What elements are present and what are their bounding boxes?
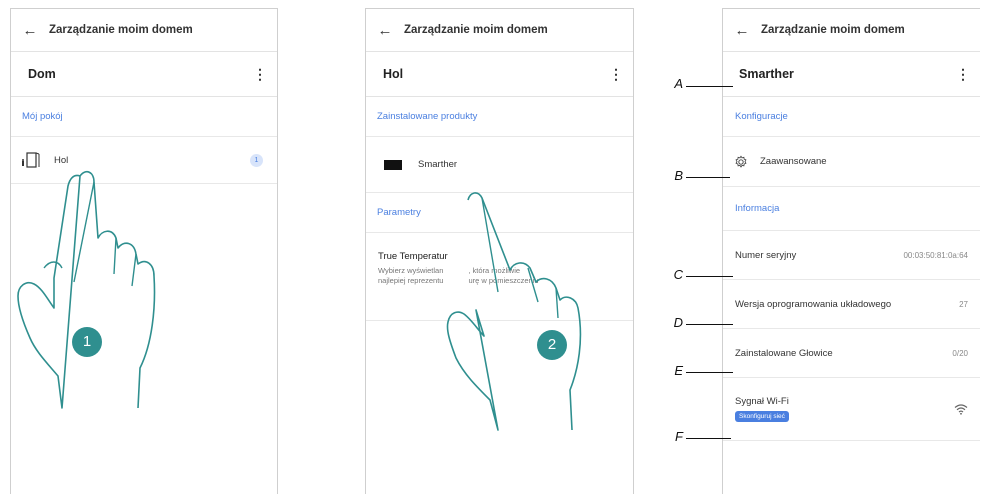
- title-bar: Hol ⋮: [366, 52, 633, 97]
- hand-pointer-icon: [446, 192, 582, 431]
- kebab-menu-icon[interactable]: ⋮: [956, 67, 970, 81]
- room-label: Hol: [54, 154, 69, 166]
- section-installed-products: Zainstalowane produkty: [366, 97, 633, 137]
- thermostat-icon: [384, 159, 402, 170]
- callout-line-d: [686, 324, 733, 325]
- back-arrow-icon[interactable]: ←: [723, 22, 761, 39]
- wifi-signal-row: Sygnał Wi-Fi Skonfiguruj sieć: [723, 378, 980, 441]
- callout-label-a: A: [674, 76, 683, 91]
- header-title: Zarządzanie moim domem: [404, 24, 548, 36]
- firmware-row: Wersja oprogramowania układowego 27: [723, 280, 980, 329]
- callout-label-f: F: [675, 429, 683, 444]
- stage: ← Zarządzanie moim domem Dom ⋮ Mój pokój…: [0, 0, 981, 494]
- kebab-menu-icon[interactable]: ⋮: [253, 67, 267, 81]
- serial-number-row: Numer seryjny 00:03:50:81:0a:64: [723, 231, 980, 280]
- callout-line-e: [686, 372, 733, 373]
- top-bar: ← Zarządzanie moim domem: [11, 9, 277, 52]
- serial-value: 00:03:50:81:0a:64: [903, 250, 968, 260]
- wifi-label: Sygnał Wi-Fi: [735, 396, 789, 407]
- step-badge-2: 2: [537, 330, 567, 360]
- page-title: Smarther: [739, 67, 794, 81]
- product-item-smarther[interactable]: Smarther: [366, 137, 633, 193]
- hand-pointer-icon: [17, 170, 156, 409]
- firmware-value: 27: [959, 299, 968, 309]
- gear-icon: [735, 155, 747, 168]
- door-icon: [22, 152, 40, 168]
- top-bar: ← Zarządzanie moim domem: [366, 9, 633, 52]
- callout-line-b: [686, 177, 730, 178]
- step-badge-1: 1: [72, 327, 102, 357]
- heads-label: Zainstalowane Głowice: [735, 347, 833, 359]
- product-label: Smarther: [418, 159, 458, 170]
- callout-label-c: C: [673, 267, 683, 282]
- section-information: Informacja: [723, 187, 980, 231]
- kebab-menu-icon[interactable]: ⋮: [609, 67, 623, 81]
- configure-network-button[interactable]: Skonfiguruj sieć: [735, 411, 789, 422]
- top-bar: ← Zarządzanie moim domem: [723, 9, 980, 52]
- wifi-icon: [954, 404, 968, 415]
- title-bar: Dom ⋮: [11, 52, 277, 97]
- callout-line-c: [686, 276, 733, 277]
- back-arrow-icon[interactable]: ←: [366, 22, 404, 39]
- header-title: Zarządzanie moim domem: [49, 24, 193, 36]
- callout-label-e: E: [674, 363, 683, 378]
- callout-label-d: D: [673, 315, 683, 330]
- section-configurations: Konfiguracje: [723, 97, 980, 137]
- page-title: Hol: [383, 67, 404, 81]
- room-count-badge: 1: [250, 153, 263, 167]
- screen-device: ← Zarządzanie moim domem Smarther ⋮ Konf…: [722, 8, 980, 494]
- installed-heads-row: Zainstalowane Głowice 0/20: [723, 329, 980, 378]
- callout-label-b: B: [674, 168, 683, 183]
- advanced-label: Zaawansowane: [760, 156, 827, 167]
- back-arrow-icon[interactable]: ←: [11, 22, 49, 39]
- serial-label: Numer seryjny: [735, 249, 797, 261]
- callout-line-f: [686, 438, 731, 439]
- advanced-settings-item[interactable]: Zaawansowane: [723, 137, 980, 187]
- header-title: Zarządzanie moim domem: [761, 24, 905, 36]
- title-bar: Smarther ⋮: [723, 52, 980, 97]
- firmware-label: Wersja oprogramowania układowego: [735, 298, 892, 310]
- heads-value: 0/20: [952, 348, 968, 358]
- callout-line-a: [686, 86, 733, 87]
- page-title: Dom: [28, 67, 56, 81]
- section-my-room: Mój pokój: [11, 97, 277, 137]
